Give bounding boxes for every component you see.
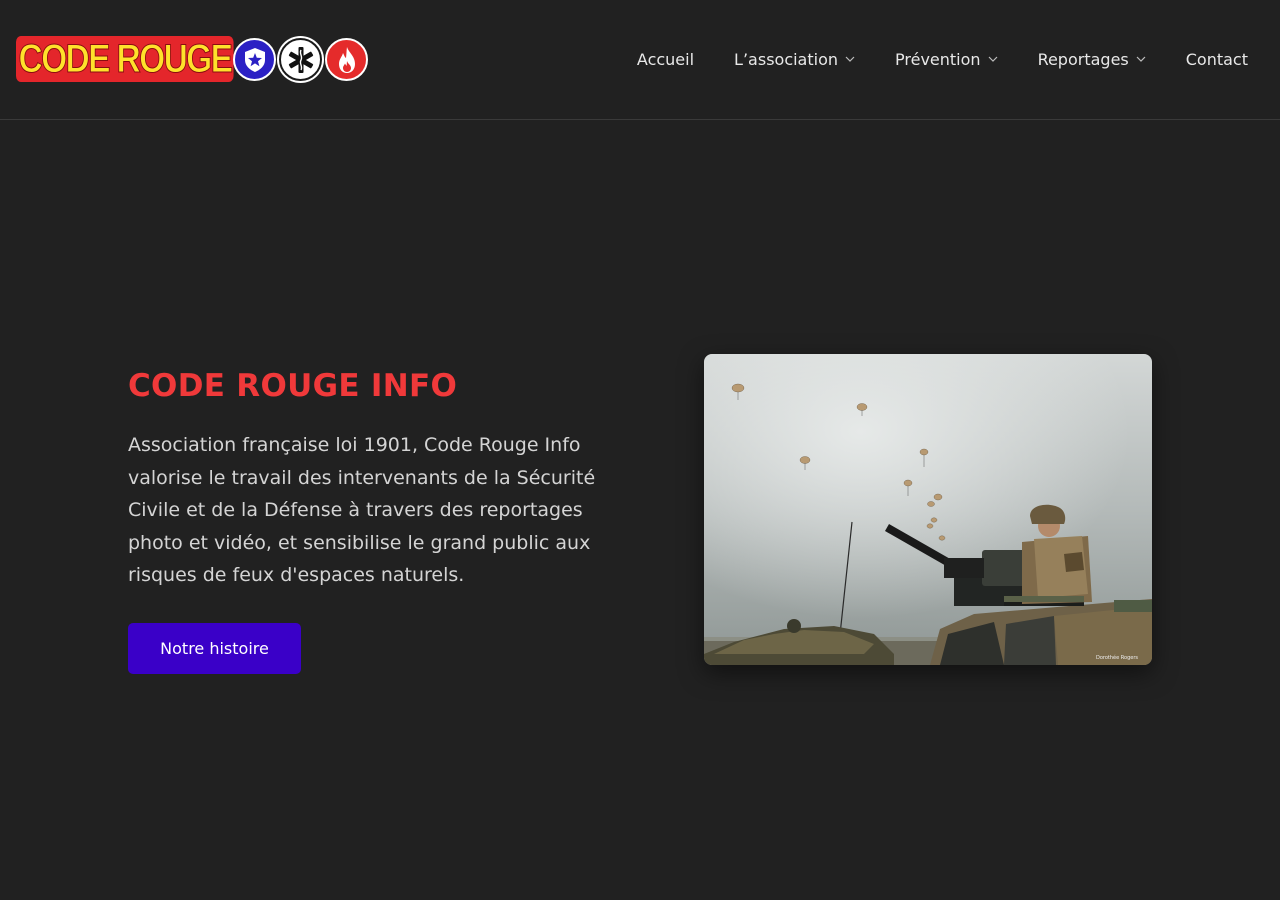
star-of-life-icon <box>279 38 322 81</box>
military-paratroopers-photo <box>704 354 1152 665</box>
hero-photo: Dorothée Rogers <box>704 354 1152 665</box>
nav-item-association[interactable]: L’association <box>734 47 855 71</box>
notre-histoire-button[interactable]: Notre histoire <box>128 623 301 674</box>
nav-item-prevention[interactable]: Prévention <box>895 47 998 71</box>
chevron-down-icon <box>988 56 998 62</box>
nav-item-label: Reportages <box>1037 49 1129 69</box>
main-navigation: Accueil L’association Prévention Reporta… <box>637 47 1248 71</box>
nav-item-label: Prévention <box>895 49 981 69</box>
site-header: CODE ROUGE Accueil L’association Prévent… <box>0 0 1280 120</box>
photo-credit: Dorothée Rogers <box>1095 655 1138 661</box>
service-badges <box>233 38 368 81</box>
nav-item-accueil[interactable]: Accueil <box>637 47 694 71</box>
nav-item-label: L’association <box>734 49 839 69</box>
nav-item-label: Accueil <box>636 49 695 69</box>
hero-title: CODE ROUGE INFO <box>128 368 458 404</box>
nav-item-label: Contact <box>1185 49 1248 69</box>
chevron-down-icon <box>845 56 855 62</box>
nav-item-contact[interactable]: Contact <box>1186 47 1248 71</box>
hero-description: Association française loi 1901, Code Rou… <box>128 434 596 586</box>
nav-item-reportages[interactable]: Reportages <box>1038 47 1146 71</box>
site-logo[interactable]: CODE ROUGE <box>16 36 234 82</box>
chevron-down-icon <box>1136 56 1146 62</box>
fire-flame-icon <box>325 38 368 81</box>
police-star-icon <box>233 38 276 81</box>
